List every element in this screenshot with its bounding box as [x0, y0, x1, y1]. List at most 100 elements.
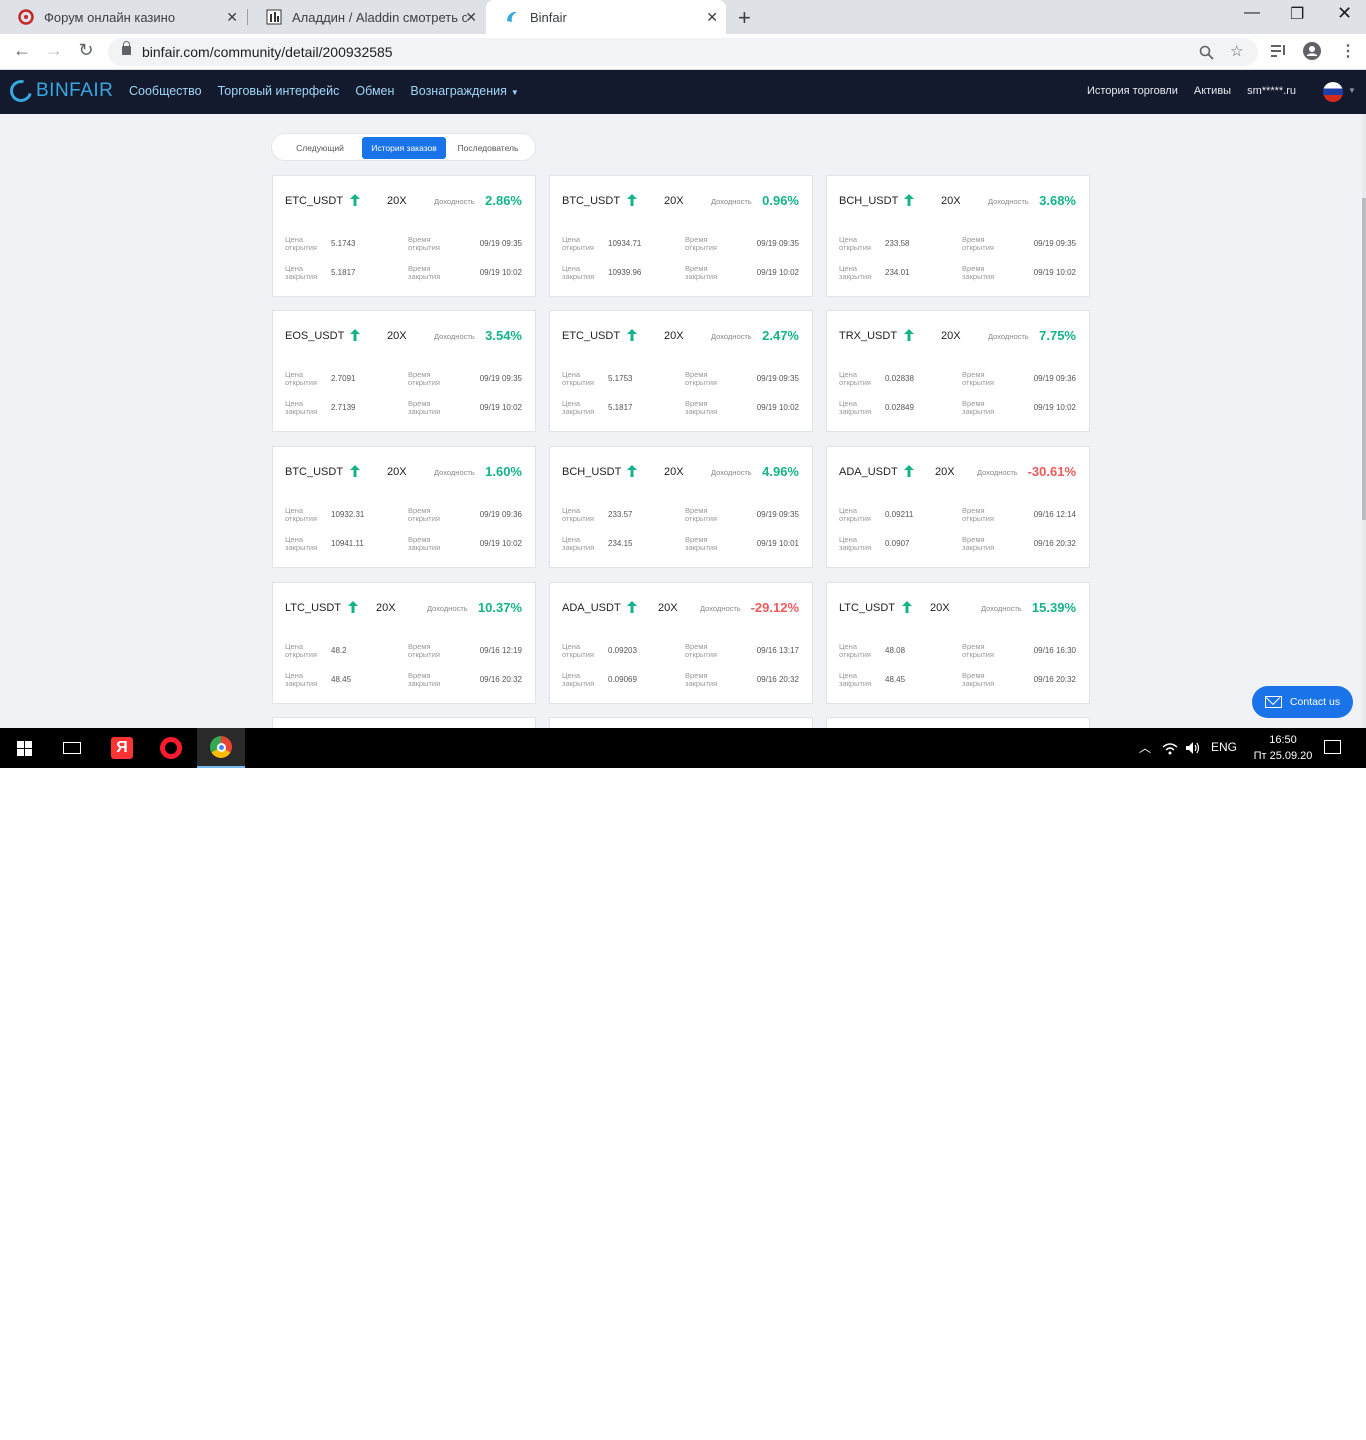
label-line: закрытия [685, 271, 718, 281]
label-line: открытия [285, 513, 317, 523]
close-icon[interactable]: ✕ [226, 9, 238, 26]
label-line: открытия [962, 242, 994, 252]
page-scrollbar[interactable] [1362, 114, 1366, 728]
order-card[interactable]: BTC_USDT 20X Доходность 1.60% Цена открыт… [272, 446, 536, 568]
label-line: закрытия [962, 406, 995, 416]
open-time-label: Время открытия [685, 371, 730, 386]
order-card[interactable]: LTC_USDT 20X Доходность 15.39% Цена откры… [826, 582, 1090, 704]
trading-pair: BTC_USDT [562, 195, 621, 207]
task-view-button[interactable] [48, 728, 96, 768]
nav-rewards-dropdown[interactable]: Вознаграждения ▼ [410, 84, 518, 98]
browser-tab-binfair[interactable]: Binfair ✕ [486, 0, 726, 34]
open-price-value: 233.57 [608, 510, 633, 519]
order-card[interactable]: ETC_USDT 20X Доходность 2.47% Цена открыт… [549, 310, 813, 432]
order-card[interactable]: EOS_USDT 20X Доходность 3.54% Цена открыт… [272, 310, 536, 432]
label-line: закрытия [839, 406, 872, 416]
browser-tab-casino-forum[interactable]: Форум онлайн казино ✕ [0, 0, 246, 34]
label-line: закрытия [285, 542, 318, 552]
binfair-logo[interactable]: BINFAIR [5, 75, 113, 107]
yield-value: 3.68% [1039, 193, 1076, 208]
nav-trading-interface[interactable]: Торговый интерфейс [218, 84, 340, 98]
windows-logo-icon [16, 740, 32, 756]
order-card[interactable]: BCH_USDT 20X Доходность 4.96% Цена открыт… [549, 446, 813, 568]
bookmark-star-icon[interactable]: ☆ [1230, 42, 1243, 60]
order-card[interactable]: ETC_USDT 20X Доходность 2.86% Цена открыт… [272, 175, 536, 297]
tab-following[interactable]: Следующий [278, 137, 362, 159]
close-time-value: 09/16 20:32 [479, 675, 522, 684]
reload-icon[interactable]: ↻ [74, 40, 98, 61]
order-card[interactable]: BTC_USDT 20X Доходность 0.96% Цена открыт… [549, 175, 813, 297]
close-time-label: Время закрытия [685, 400, 730, 415]
notifications-icon[interactable] [1324, 740, 1341, 754]
new-tab-icon[interactable]: + [738, 5, 751, 31]
tab-follower[interactable]: Последователь [446, 137, 530, 159]
yield-value: -29.12% [750, 600, 799, 615]
open-price-value: 0.09211 [885, 510, 914, 519]
profile-icon[interactable] [1303, 42, 1321, 60]
media-control-icon[interactable] [1271, 44, 1287, 58]
taskbar-opera[interactable] [147, 728, 195, 768]
open-time-label: Время открытия [685, 507, 730, 522]
restore-icon[interactable]: ❐ [1290, 4, 1304, 24]
show-hidden-icons-icon[interactable]: ︿ [1139, 739, 1151, 756]
close-price-label: Цена закрытия [839, 536, 884, 551]
open-time-value: 09/19 09:35 [756, 374, 799, 383]
tab-order-history[interactable]: История заказов [362, 137, 446, 159]
back-icon[interactable]: ← [10, 40, 34, 61]
close-time-label: Время закрытия [685, 672, 730, 687]
close-price-value: 10941.11 [331, 539, 364, 548]
browser-tab-aladdin[interactable]: Аладдин / Aladdin смотреть онл ✕ [248, 0, 485, 34]
close-price-label: Цена закрытия [562, 672, 607, 687]
nav-assets[interactable]: Активы [1194, 85, 1231, 97]
nav-trade-history[interactable]: История торговли [1087, 85, 1178, 97]
close-time-value: 09/19 10:02 [479, 268, 522, 277]
close-time-label: Время закрытия [408, 536, 453, 551]
nav-rewards-label: Вознаграждения [410, 84, 507, 98]
casino-favicon-icon [18, 9, 34, 25]
order-card[interactable]: ADA_USDT 20X Доходность -30.61% Цена откр… [826, 446, 1090, 568]
order-card[interactable]: TRX_USDT 20X Доходность 7.75% Цена открыт… [826, 310, 1090, 432]
order-card[interactable]: ADA_USDT 20X Доходность -29.12% Цена откр… [549, 582, 813, 704]
taskbar-yandex[interactable]: Я [98, 728, 146, 768]
zoom-icon[interactable] [1199, 45, 1214, 60]
browser-menu-icon[interactable]: ⋮ [1340, 41, 1356, 61]
label-line: закрытия [962, 271, 995, 281]
window-close-icon[interactable]: ✕ [1337, 3, 1352, 24]
leverage: 20X [935, 466, 955, 478]
close-price-value: 5.1817 [608, 403, 633, 412]
order-card[interactable]: LTC_USDT 20X Доходность 10.37% Цена откры… [272, 582, 536, 704]
open-price-label: Цена открытия [285, 371, 330, 386]
system-clock[interactable]: 16:50 Пт 25.09.20 [1248, 732, 1318, 764]
close-time-value: 09/16 20:32 [1033, 675, 1076, 684]
nav-exchange[interactable]: Обмен [355, 84, 394, 98]
leverage: 20X [376, 602, 396, 614]
contact-us-button[interactable]: Contact us [1252, 686, 1353, 718]
label-line: закрытия [408, 406, 441, 416]
chevron-down-icon[interactable]: ▼ [1348, 86, 1356, 95]
input-language[interactable]: ENG [1211, 740, 1237, 754]
minimize-icon[interactable]: — [1244, 4, 1260, 22]
forward-icon[interactable]: → [42, 40, 66, 61]
address-bar[interactable]: binfair.com/community/detail/200932585 ☆ [108, 38, 1258, 66]
yield-label: Доходность [427, 604, 468, 613]
taskbar-chrome[interactable] [197, 728, 245, 768]
language-flag-icon[interactable] [1323, 82, 1343, 102]
wifi-icon[interactable] [1162, 742, 1178, 755]
label-line: открытия [562, 242, 594, 252]
start-button[interactable] [0, 728, 48, 768]
order-card[interactable]: BCH_USDT 20X Доходность 3.68% Цена открыт… [826, 175, 1090, 297]
open-price-value: 0.02838 [885, 374, 914, 383]
label-line: открытия [285, 649, 317, 659]
close-icon[interactable]: ✕ [706, 9, 718, 26]
scrollbar-thumb[interactable] [1362, 198, 1366, 520]
close-icon[interactable]: ✕ [465, 9, 477, 26]
arrow-up-icon [627, 194, 637, 206]
nav-user-account[interactable]: sm*****.ru [1247, 85, 1296, 97]
yield-value: 7.75% [1039, 328, 1076, 343]
nav-community[interactable]: Сообщество [129, 84, 202, 98]
yield-label: Доходность [711, 332, 752, 341]
open-time-label: Время открытия [685, 236, 730, 251]
label-line: открытия [962, 649, 994, 659]
yield-label: Доходность [977, 468, 1018, 477]
volume-icon[interactable] [1185, 741, 1201, 755]
